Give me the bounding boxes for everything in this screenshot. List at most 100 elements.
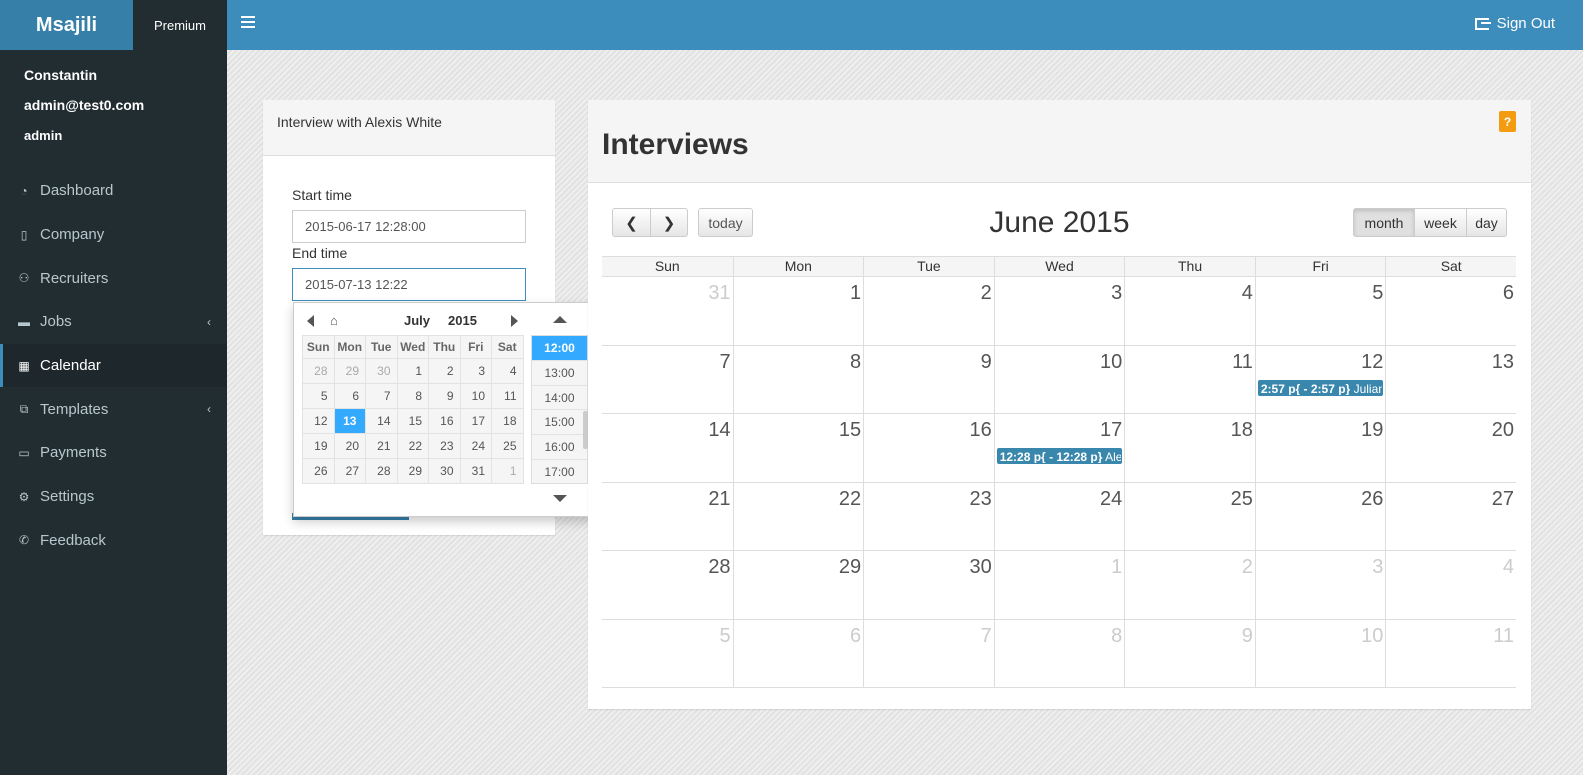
- day-cell[interactable]: 8: [732, 345, 864, 413]
- day-cell[interactable]: 17 12:28 p{ - 12:28 p} Alexis White: [993, 414, 1125, 482]
- datepicker-day[interactable]: 16: [428, 408, 461, 434]
- datepicker-day[interactable]: 2: [428, 358, 461, 384]
- day-cell[interactable]: 4: [1124, 277, 1255, 345]
- day-cell[interactable]: 16: [863, 414, 994, 482]
- day-cell[interactable]: 27: [1385, 482, 1516, 550]
- time-scroll-down-icon[interactable]: [553, 495, 567, 502]
- sidebar-item-jobs[interactable]: ▬ Jobs ‹: [0, 300, 227, 344]
- time-scroll-up-icon[interactable]: [553, 316, 567, 323]
- day-cell[interactable]: 12 2:57 p{ - 2:57 p} Julian: [1254, 345, 1386, 413]
- datepicker-day[interactable]: 13: [333, 408, 366, 434]
- datepicker-day[interactable]: 28: [302, 358, 335, 384]
- datepicker-day[interactable]: 25: [491, 433, 524, 459]
- day-cell[interactable]: 30: [863, 551, 994, 619]
- time-option[interactable]: 16:00: [532, 435, 587, 460]
- app-logo[interactable]: Msajili: [0, 0, 133, 50]
- home-icon[interactable]: ⌂: [330, 313, 338, 328]
- datepicker-day[interactable]: 8: [396, 383, 429, 409]
- day-cell[interactable]: 10: [993, 345, 1125, 413]
- day-cell[interactable]: 29: [732, 551, 864, 619]
- time-option[interactable]: 15:00: [532, 410, 587, 436]
- day-cell[interactable]: 26: [1254, 482, 1386, 550]
- day-cell[interactable]: 9: [863, 345, 994, 413]
- calendar-event[interactable]: 12:28 p{ - 12:28 p} Alexis White: [996, 448, 1123, 464]
- day-cell[interactable]: 19: [1254, 414, 1386, 482]
- day-cell[interactable]: 5: [602, 620, 733, 688]
- datepicker-day[interactable]: 28: [365, 458, 398, 484]
- next-month-icon[interactable]: [511, 315, 518, 327]
- day-cell[interactable]: 2: [863, 277, 994, 345]
- day-cell[interactable]: 5: [1254, 277, 1386, 345]
- start-time-input[interactable]: [292, 210, 526, 243]
- day-cell[interactable]: 7: [602, 346, 733, 414]
- sidebar-item-templates[interactable]: ⧉ Templates ‹: [0, 387, 227, 431]
- day-cell[interactable]: 13: [1385, 345, 1516, 413]
- view-month-button[interactable]: month: [1353, 208, 1415, 237]
- day-cell[interactable]: 28: [602, 551, 733, 619]
- sidebar-item-recruiters[interactable]: ⚇ Recruiters: [0, 256, 227, 300]
- datepicker-day[interactable]: 14: [365, 408, 398, 434]
- day-cell[interactable]: 24: [993, 482, 1125, 550]
- datepicker-day[interactable]: 19: [302, 433, 335, 459]
- sidebar-item-calendar[interactable]: ▦ Calendar: [0, 343, 227, 388]
- datepicker-day[interactable]: 1: [396, 358, 429, 384]
- day-cell[interactable]: 14: [602, 414, 733, 482]
- datepicker-day[interactable]: 6: [333, 383, 366, 409]
- day-cell[interactable]: 31: [602, 277, 733, 345]
- day-cell[interactable]: 10: [1254, 619, 1386, 687]
- datepicker-day[interactable]: 23: [428, 433, 461, 459]
- time-option[interactable]: 12:00: [532, 336, 587, 361]
- view-day-button[interactable]: day: [1467, 208, 1507, 237]
- day-cell[interactable]: 6: [732, 619, 864, 687]
- datepicker-day[interactable]: 26: [302, 458, 335, 484]
- datepicker-day[interactable]: 9: [428, 383, 461, 409]
- datepicker-day[interactable]: 30: [428, 458, 461, 484]
- sidebar-item-company[interactable]: ▯ Company: [0, 213, 227, 257]
- datepicker-day[interactable]: 29: [333, 358, 366, 384]
- datepicker-day[interactable]: 7: [365, 383, 398, 409]
- datepicker-day[interactable]: 18: [491, 408, 524, 434]
- view-week-button[interactable]: week: [1415, 208, 1467, 237]
- help-button[interactable]: ?: [1499, 111, 1516, 132]
- sidebar-item-payments[interactable]: ▭ Payments: [0, 431, 227, 475]
- datepicker-day[interactable]: 31: [459, 458, 492, 484]
- day-cell[interactable]: 18: [1124, 414, 1255, 482]
- datepicker-day[interactable]: 1: [491, 458, 524, 484]
- calendar-event[interactable]: 2:57 p{ - 2:57 p} Julian: [1257, 379, 1384, 396]
- time-option[interactable]: 14:00: [532, 385, 587, 411]
- day-cell[interactable]: 25: [1124, 482, 1255, 550]
- datepicker-day[interactable]: 5: [302, 383, 335, 409]
- end-time-input[interactable]: [292, 268, 526, 301]
- sidebar-toggle-icon[interactable]: [241, 16, 255, 30]
- datepicker-day[interactable]: 11: [491, 383, 524, 409]
- sidebar-item-feedback[interactable]: ✆ Feedback: [0, 519, 227, 563]
- day-cell[interactable]: 3: [993, 277, 1125, 345]
- datepicker-month[interactable]: July: [404, 313, 430, 328]
- day-cell[interactable]: 1: [732, 277, 864, 345]
- datepicker-day[interactable]: 27: [333, 458, 366, 484]
- datepicker-day[interactable]: 22: [396, 433, 429, 459]
- day-cell[interactable]: 9: [1124, 619, 1255, 687]
- day-cell[interactable]: 23: [863, 482, 994, 550]
- time-option[interactable]: 17:00: [532, 459, 587, 483]
- datepicker-day[interactable]: 20: [333, 433, 366, 459]
- datepicker-day[interactable]: 29: [396, 458, 429, 484]
- datepicker-day[interactable]: 4: [491, 358, 524, 384]
- prev-month-icon[interactable]: [307, 315, 314, 327]
- sign-out-button[interactable]: Sign Out: [1474, 15, 1555, 32]
- day-cell[interactable]: 4: [1385, 551, 1516, 619]
- day-cell[interactable]: 11: [1124, 345, 1255, 413]
- datepicker-day[interactable]: 15: [396, 408, 429, 434]
- sidebar-item-dashboard[interactable]: ◔ Dashboard: [0, 169, 227, 213]
- datepicker-day[interactable]: 30: [365, 358, 398, 384]
- day-cell[interactable]: 6: [1385, 277, 1516, 345]
- day-cell[interactable]: 3: [1254, 551, 1386, 619]
- day-cell[interactable]: 11: [1385, 619, 1516, 687]
- datepicker-day[interactable]: 3: [459, 358, 492, 384]
- day-cell[interactable]: 22: [732, 482, 864, 550]
- day-cell[interactable]: 8: [993, 619, 1125, 687]
- datepicker-day[interactable]: 12: [302, 408, 335, 434]
- day-cell[interactable]: 21: [602, 483, 733, 551]
- datepicker-day[interactable]: 10: [459, 383, 492, 409]
- sidebar-item-settings[interactable]: ⚙ Settings: [0, 475, 227, 519]
